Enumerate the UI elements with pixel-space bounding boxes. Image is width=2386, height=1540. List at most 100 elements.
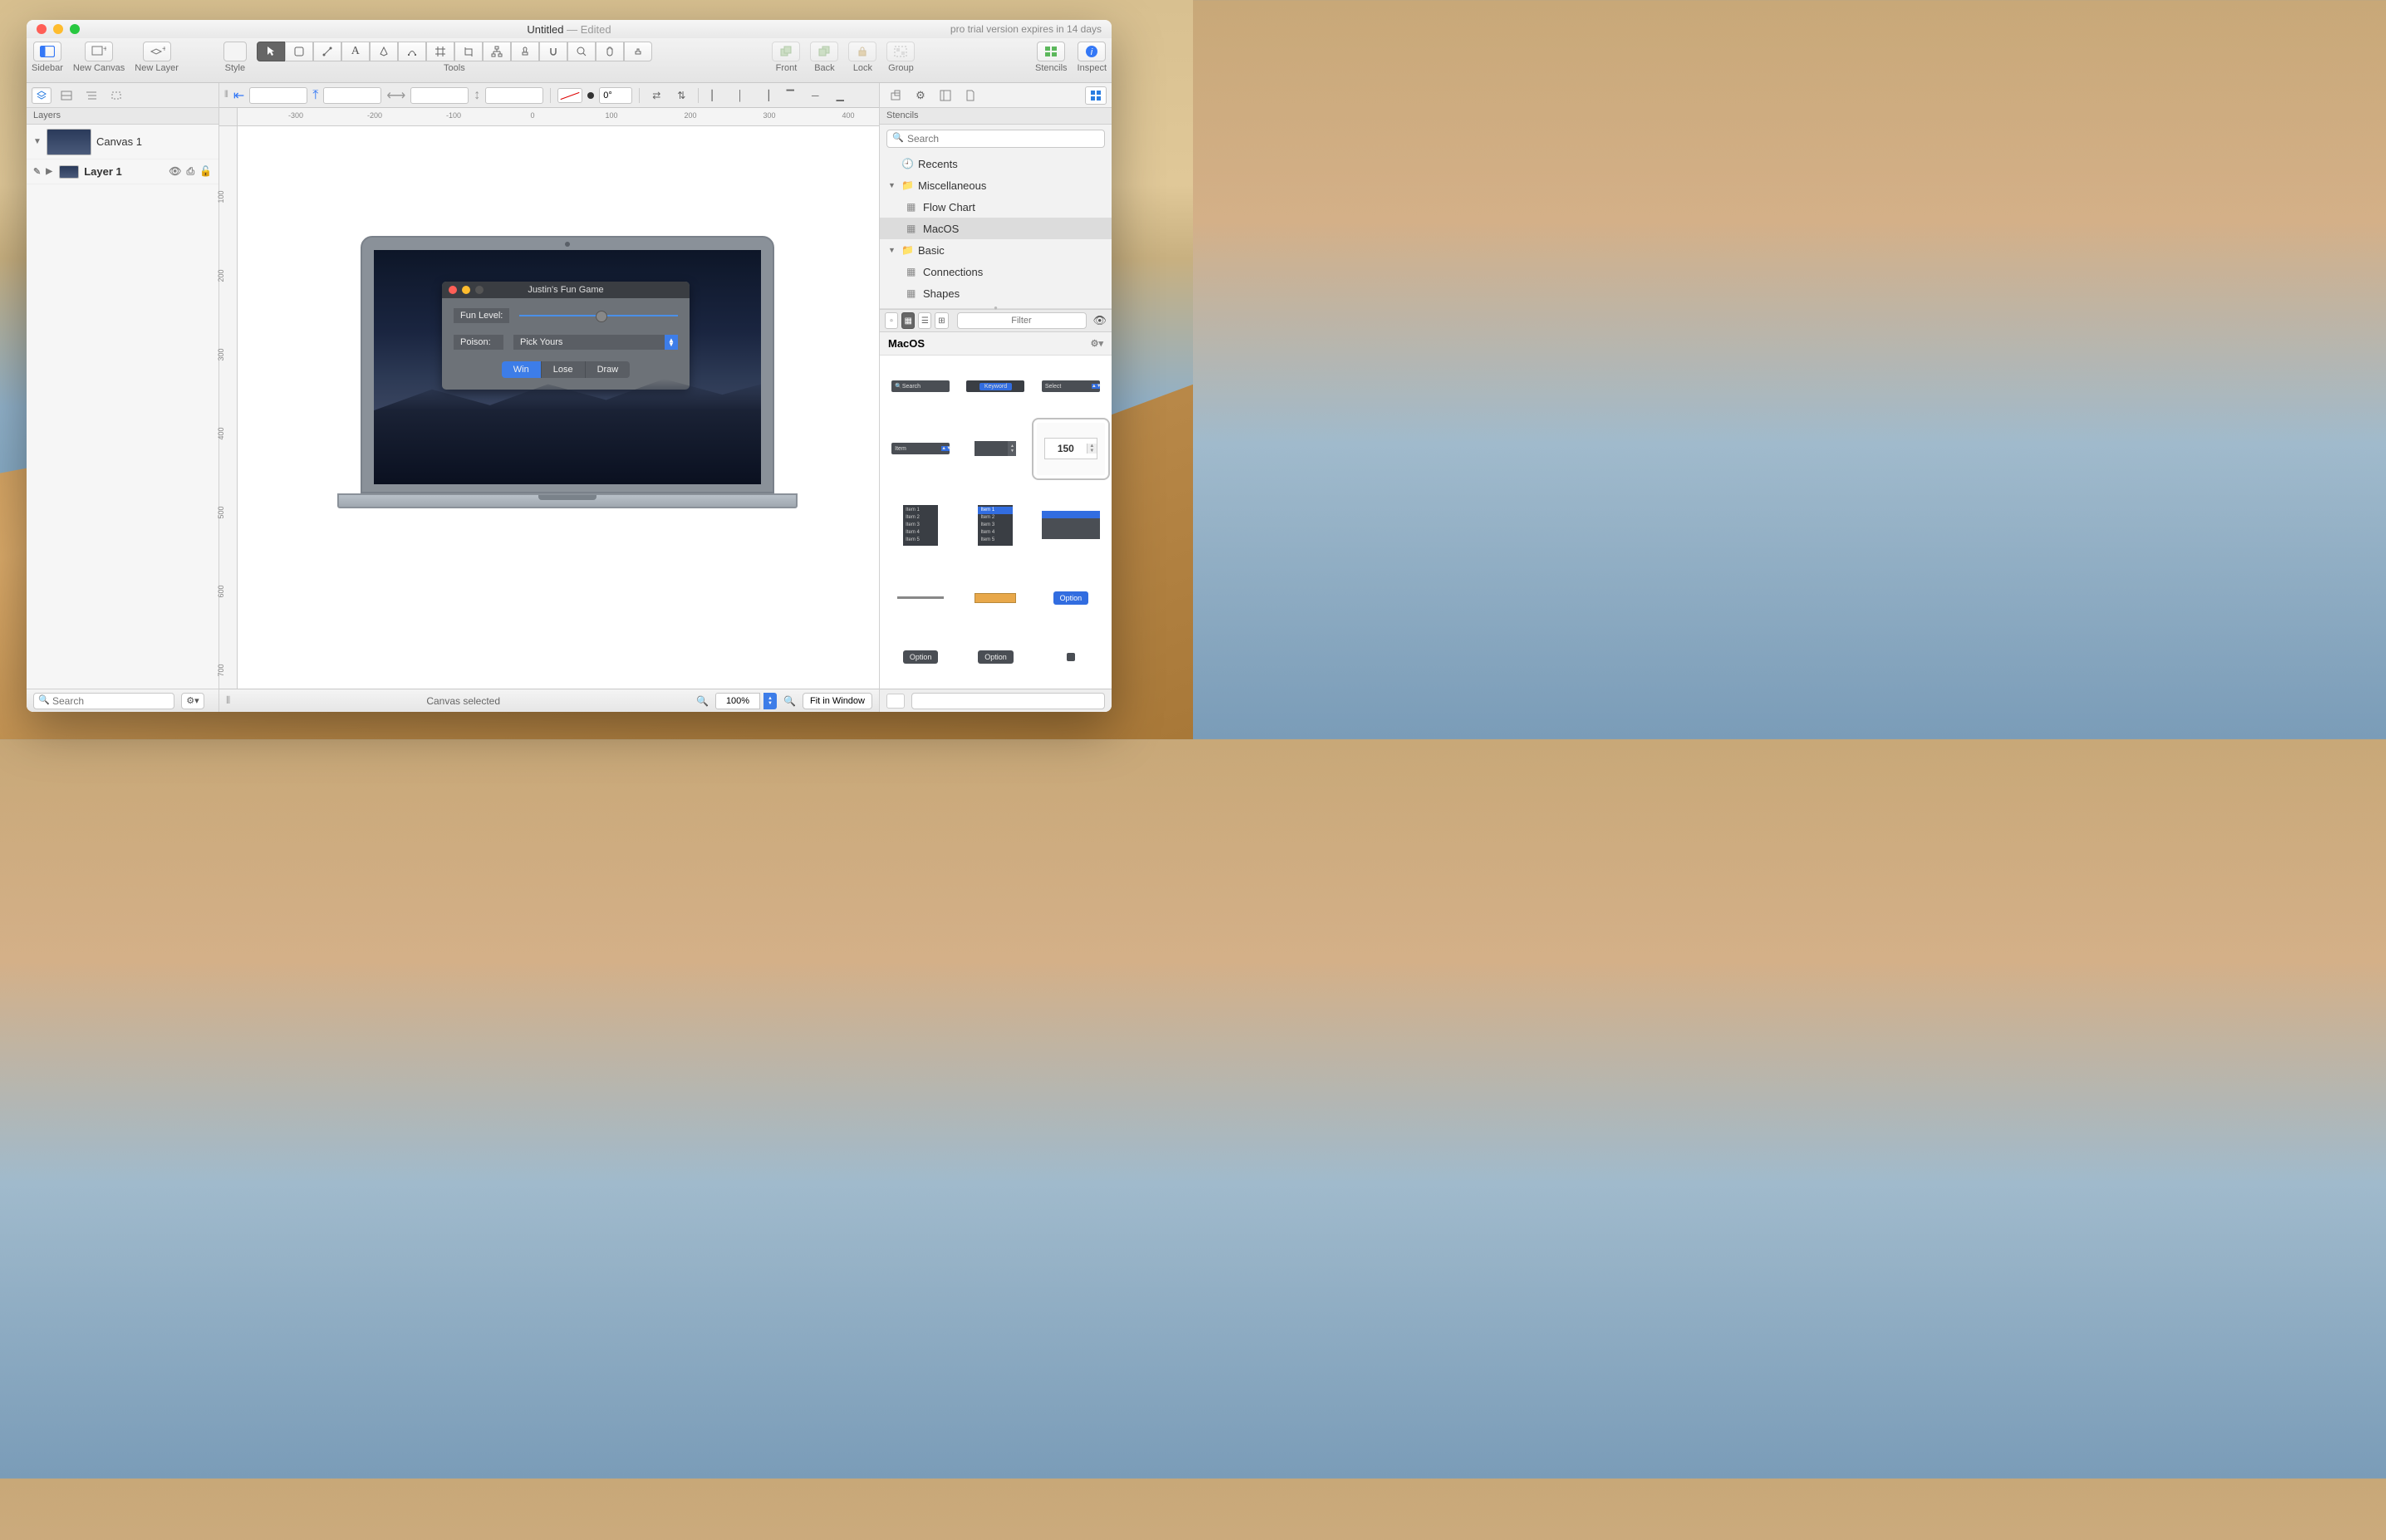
align-middle-button[interactable]: ─ [805,87,825,104]
laptop-mockup[interactable]: Justin's Fun Game Fun Level: Poi [337,236,798,508]
color-swatch[interactable] [886,694,905,709]
toggle-sidebar-button[interactable] [33,42,61,61]
new-layer-button[interactable]: + [143,42,171,61]
guides-tab[interactable] [56,87,76,104]
vertical-ruler[interactable]: 100 200 300 400 500 600 700 [219,126,238,689]
ruler-origin[interactable] [219,108,238,126]
line-tool[interactable] [313,42,341,61]
lock-icon[interactable]: 🔓 [199,165,212,178]
pen-tool[interactable] [370,42,398,61]
view-icon-small[interactable]: ▫ [885,312,898,329]
layer-actions-menu[interactable]: ⚙▾ [181,693,204,709]
visibility-icon[interactable]: 👁 [169,165,181,178]
y-input[interactable] [323,87,381,104]
visibility-toggle-icon[interactable]: 👁 [1093,314,1107,327]
minimize-window-button[interactable] [53,24,63,34]
misc-folder-row[interactable]: ▼ 📁 Miscellaneous [880,174,1112,196]
zoom-window-button[interactable] [70,24,80,34]
canvas-row[interactable]: ▼ Canvas 1 [27,125,218,159]
artboard-tool[interactable] [426,42,454,61]
stencil-listbox[interactable] [1037,490,1105,562]
gear-icon[interactable]: ⚙▾ [1091,338,1103,349]
crop-tool[interactable] [454,42,483,61]
stencil-button-dark[interactable]: Option [961,635,1029,679]
stencil-token-field[interactable]: Keyword [961,365,1029,408]
stamp-tool[interactable] [511,42,539,61]
stencil-number-field[interactable]: 150▲▼ [1037,423,1105,475]
outline-tab[interactable] [81,87,101,104]
flip-h-button[interactable]: ⇄ [646,87,666,104]
stencil-stepper[interactable]: ▲▼ [961,423,1029,475]
shape-tool[interactable] [285,42,313,61]
width-input[interactable] [410,87,469,104]
align-left-button[interactable]: ▏ [705,87,725,104]
hand-tool[interactable] [596,42,624,61]
zoom-stepper[interactable]: ▲▼ [763,693,777,709]
disclosure-triangle-icon[interactable]: ▼ [888,246,896,254]
text-tool[interactable]: A [341,42,370,61]
poison-select[interactable]: Pick Yours ▲▼ [513,335,678,350]
basic-folder-row[interactable]: ▼ 📁 Basic [880,239,1112,261]
stencils-button[interactable] [1037,42,1065,61]
stencil-progress[interactable] [961,576,1029,620]
fill-swatch[interactable] [557,88,582,103]
disclosure-triangle-icon[interactable]: ▼ [888,181,896,189]
seg-lose[interactable]: Lose [541,361,585,378]
object-tab[interactable] [885,86,906,105]
view-list[interactable]: ☰ [918,312,931,329]
ruler-toggle-icon[interactable]: ⦀ [226,694,230,707]
zoom-tool[interactable] [567,42,596,61]
layers-tab[interactable] [32,87,52,104]
inspect-button[interactable]: i [1078,42,1106,61]
seg-win[interactable]: Win [502,361,541,378]
stencil-button-primary[interactable]: Option [1037,576,1105,620]
drag-handle-icon[interactable]: ● [994,304,998,311]
stencil-checkbox[interactable] [1037,635,1105,679]
canvas-tab[interactable] [935,86,956,105]
shapes-row[interactable]: ▦ Shapes [880,282,1112,304]
ruler-toggle-icon[interactable]: ⦀ [224,90,228,101]
stencil-select[interactable]: Select▲▼ [1037,365,1105,408]
flowchart-row[interactable]: ▦ Flow Chart [880,196,1112,218]
bring-front-button[interactable] [772,42,800,61]
flip-v-button[interactable]: ⇅ [671,87,691,104]
view-detail[interactable]: ⊞ [935,312,948,329]
action-tool[interactable] [624,42,652,61]
game-window[interactable]: Justin's Fun Game Fun Level: Poi [442,282,690,390]
align-top-button[interactable]: ▔ [780,87,800,104]
selection-tool[interactable] [257,42,285,61]
horizontal-ruler[interactable]: -300 -200 -100 0 100 200 300 400 [238,108,879,126]
stencil-list-selected[interactable]: Item 1Item 2Item 3Item 4Item 5 [961,490,1029,562]
stencil-name-input[interactable] [911,693,1105,709]
selection-tab[interactable] [106,87,126,104]
style-button[interactable] [223,42,247,61]
stencil-button-secondary[interactable]: Option [886,635,955,679]
send-back-button[interactable] [810,42,838,61]
properties-tab[interactable]: ⚙ [910,86,931,105]
disclosure-triangle-icon[interactable]: ▼ [33,137,42,146]
zoom-out-icon[interactable]: 🔍 [696,695,709,707]
stencil-slider[interactable] [886,576,955,620]
fit-window-button[interactable]: Fit in Window [803,693,872,709]
height-input[interactable] [485,87,543,104]
seg-draw[interactable]: Draw [585,361,631,378]
canvas[interactable]: Justin's Fun Game Fun Level: Poi [238,126,879,689]
stencil-item-select[interactable]: Item▲▼ [886,423,955,475]
connections-row[interactable]: ▦ Connections [880,261,1112,282]
lock-button[interactable] [848,42,876,61]
disclosure-triangle-icon[interactable]: ▶ [46,167,54,176]
close-window-button[interactable] [37,24,47,34]
align-center-button[interactable]: │ [730,87,750,104]
view-grid[interactable]: ▦ [901,312,915,329]
layer-search-input[interactable] [33,693,174,709]
point-edit-tool[interactable] [398,42,426,61]
layer-row[interactable]: ✎ ▶ Layer 1 👁 ⎙ 🔓 [27,159,218,184]
rotation-input[interactable] [599,87,632,104]
macos-row[interactable]: ▦ MacOS [880,218,1112,239]
stencils-grid-tab[interactable] [1085,86,1107,105]
print-icon[interactable]: ⎙ [186,165,194,178]
align-bottom-button[interactable]: ▁ [830,87,850,104]
stencil-filter-input[interactable] [957,312,1087,329]
diagram-tool[interactable] [483,42,511,61]
stencil-list[interactable]: Item 1Item 2Item 3Item 4Item 5 [886,490,955,562]
